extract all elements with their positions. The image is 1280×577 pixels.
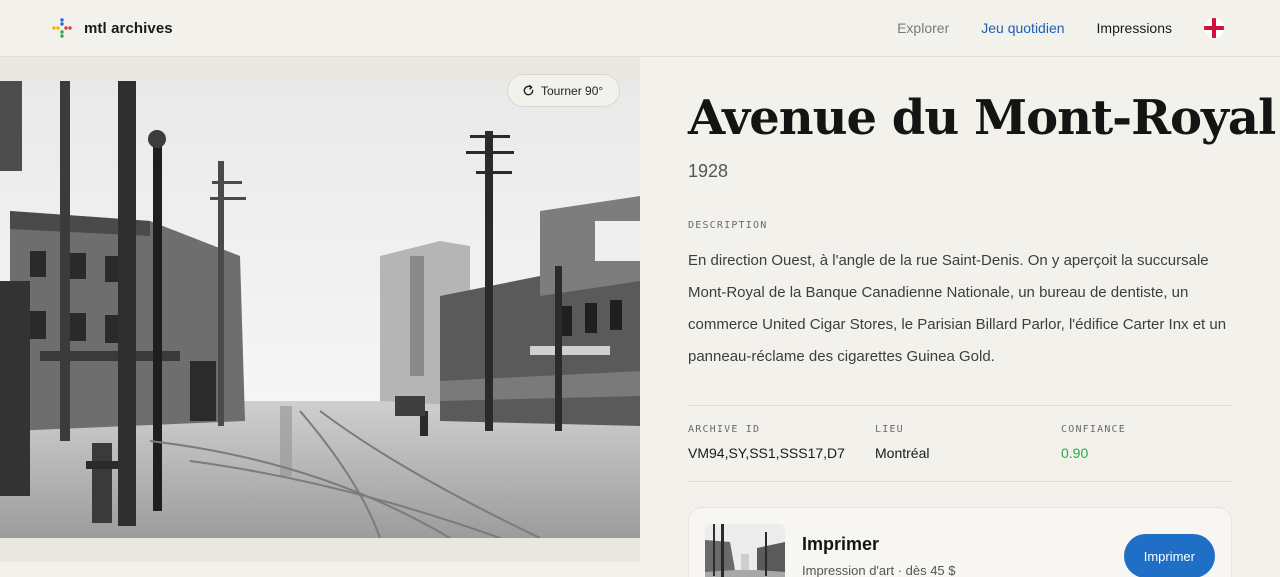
metadata-row: ARCHIVE ID VM94,SY,SS1,SSS17,D7 LIEU Mon… (688, 405, 1232, 482)
page-title: Avenue du Mont-Royal (688, 90, 1276, 146)
print-button[interactable]: Imprimer (1123, 534, 1215, 577)
place-label: LIEU (875, 424, 904, 435)
rotate-label: Tourner 90° (541, 83, 604, 98)
description-text: En direction Ouest, à l'angle de la rue … (688, 252, 1227, 365)
print-title: Imprimer (802, 534, 880, 554)
rotate-icon (523, 84, 534, 96)
confidence-label: CONFIANCE (1061, 424, 1126, 435)
photo-viewer: Tourner 90° (0, 57, 640, 562)
archive-id-value: VM94,SY,SS1,SSS17,D7 (688, 445, 845, 461)
logo-dots-icon (52, 18, 72, 38)
archive-photo[interactable] (0, 81, 640, 538)
place-field: LIEU Montréal (875, 424, 929, 461)
england-flag-icon[interactable] (1204, 18, 1224, 38)
nav-daily-game[interactable]: Jeu quotidien (981, 18, 1064, 38)
print-subtitle: Impression d'art · dès 45 $ (802, 563, 956, 577)
nav-explorer[interactable]: Explorer (897, 18, 949, 38)
rotate-button[interactable]: Tourner 90° (507, 74, 621, 107)
main-nav: Explorer Jeu quotidien Impressions (865, 18, 1224, 38)
print-card: Imprimer Impression d'art · dès 45 $ Imp… (688, 507, 1232, 577)
top-bar: mtl archives Explorer Jeu quotidien Impr… (0, 0, 1280, 57)
brand-name: mtl archives (84, 19, 173, 37)
confidence-value: 0.90 (1061, 445, 1089, 461)
confidence-field: CONFIANCE 0.90 (1061, 424, 1126, 461)
nav-prints[interactable]: Impressions (1097, 18, 1172, 38)
record-year: 1928 (688, 161, 729, 181)
description-label: DESCRIPTION (688, 220, 768, 231)
brand-logo[interactable]: mtl archives (52, 18, 173, 38)
print-thumbnail (705, 524, 785, 577)
archive-id-label: ARCHIVE ID (688, 424, 761, 435)
archive-id-field: ARCHIVE ID VM94,SY,SS1,SSS17,D7 (688, 424, 845, 461)
place-value: Montréal (875, 445, 930, 461)
